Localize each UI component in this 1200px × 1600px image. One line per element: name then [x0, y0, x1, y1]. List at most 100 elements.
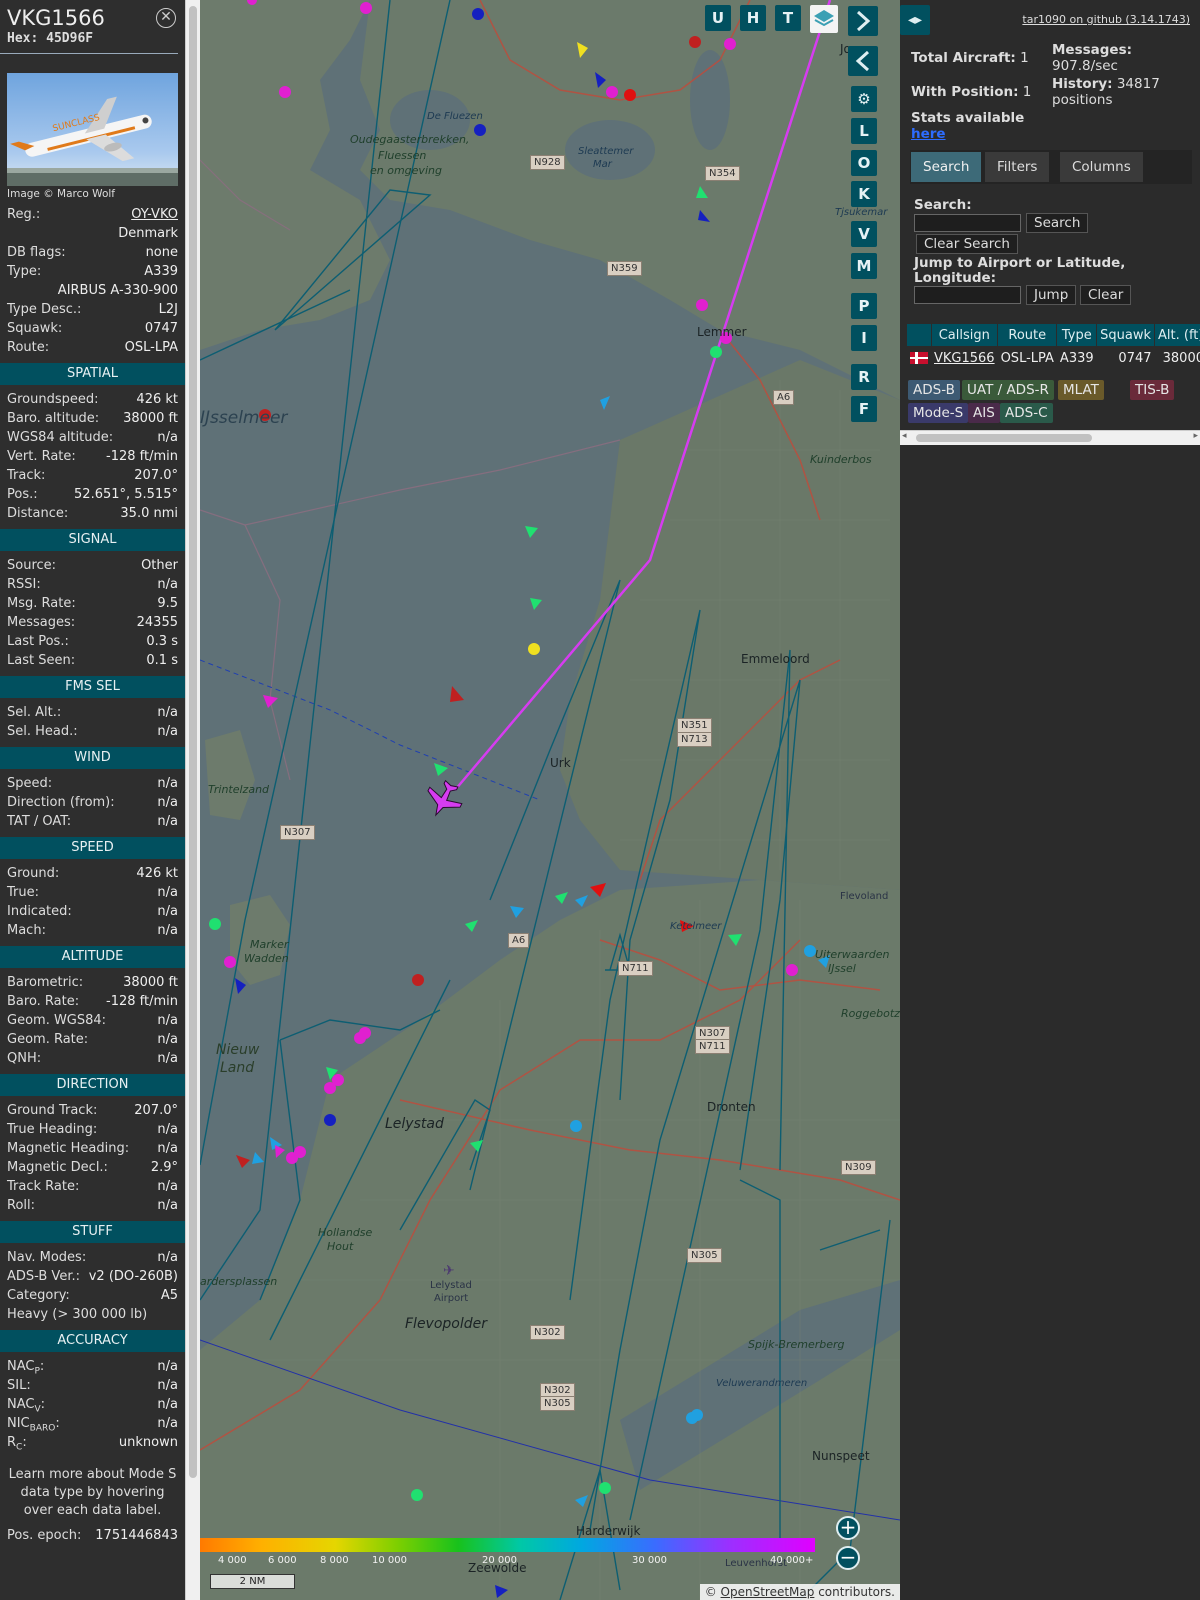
scroll-left-icon[interactable]: ◂	[902, 431, 907, 441]
map-button-f[interactable]: F	[851, 396, 877, 422]
map-button-o[interactable]: O	[851, 150, 877, 176]
chevron-right-icon[interactable]	[848, 6, 878, 36]
osm-link[interactable]: OpenStreetMap	[721, 1585, 815, 1599]
section-altitude: ALTITUDE	[0, 946, 185, 968]
info-label: Distance:	[7, 506, 69, 521]
info-label: Mach:	[7, 923, 46, 938]
map-button-h[interactable]: H	[740, 5, 766, 31]
callsign-cell[interactable]: VKG1566	[931, 346, 998, 370]
altitude-legend	[200, 1538, 815, 1552]
info-value: -128 ft/min	[106, 994, 178, 1009]
section-spatial: SPATIAL	[0, 363, 185, 385]
info-value: n/a	[157, 1416, 178, 1431]
jump-input[interactable]	[914, 286, 1021, 304]
messages-stat: Messages: 907.8/sec	[1052, 42, 1132, 74]
column-header-item[interactable]	[907, 324, 932, 346]
info-row-pos: Pos.: 52.651°, 5.515°	[0, 485, 185, 504]
scroll-right-icon[interactable]: ▸	[1193, 431, 1198, 441]
column-header-alt-ft[interactable]: Alt. (ft)	[1154, 324, 1200, 346]
map-canvas[interactable]: ✈	[200, 0, 900, 1600]
info-label: Ground Track:	[7, 1103, 98, 1118]
github-link[interactable]: tar1090 on github (3.14.1743)	[1022, 13, 1190, 26]
close-icon[interactable]: ✕	[156, 8, 176, 28]
info-value: 38000 ft	[123, 975, 178, 990]
info-label: ADS-B Ver.:	[7, 1269, 80, 1284]
search-input[interactable]	[914, 214, 1021, 232]
expand-toggle-icon[interactable]: ◂▸	[900, 5, 930, 35]
info-label: Geom. WGS84:	[7, 1013, 107, 1028]
altitude-tick: 40 000+	[770, 1555, 814, 1566]
map-label-nieuw: Nieuw	[216, 1042, 260, 1058]
gear-icon[interactable]: ⚙	[851, 86, 877, 112]
info-label: Nav. Modes:	[7, 1250, 87, 1265]
stats-link[interactable]: here	[911, 126, 946, 142]
search-button[interactable]: Search	[1026, 213, 1089, 233]
map-button-t[interactable]: T	[775, 5, 801, 31]
map-label-hout: Hout	[327, 1240, 354, 1253]
table-row[interactable]: VKG1566 OSL-LPA A339 0747 38000	[907, 346, 1200, 370]
map-button-k[interactable]: K	[851, 181, 877, 207]
info-value[interactable]: OY-VKO	[131, 205, 178, 224]
column-header-squawk[interactable]: Squawk	[1096, 324, 1156, 346]
info-row-qnh: QNH: n/a	[0, 1049, 185, 1068]
zoom-in-button[interactable]: +	[836, 1516, 860, 1540]
info-value: 35.0 nmi	[120, 506, 178, 521]
flag-cell	[907, 346, 931, 370]
column-header-route[interactable]: Route	[997, 324, 1058, 346]
info-row-nicbaro: NICBARO: n/a	[0, 1414, 185, 1434]
road-shield-n359: N359	[607, 261, 642, 276]
info-value: n/a	[157, 430, 178, 445]
map-label-flevoland: Flevoland	[840, 891, 889, 902]
map-button-p[interactable]: P	[851, 293, 877, 319]
pos-epoch-label: Pos. epoch:	[7, 1528, 82, 1543]
chevron-left-icon[interactable]	[848, 46, 878, 76]
column-header-callsign[interactable]: Callsign	[931, 324, 999, 346]
map[interactable]: ✈ Oudegaasterbrekken, Fluessen en omgeving…	[200, 0, 900, 1600]
info-label: Geom. Rate:	[7, 1032, 89, 1047]
attribution-rest: contributors.	[814, 1585, 895, 1599]
info-value: 0.1 s	[146, 653, 178, 668]
info-label: Speed:	[7, 776, 53, 791]
info-scrollbar[interactable]	[185, 0, 200, 1600]
map-label-uiterwaarden: Uiterwaarden	[815, 948, 890, 961]
aircraft-photo[interactable]: SUNCLASS	[7, 73, 178, 186]
altitude-tick: 30 000	[632, 1555, 667, 1566]
info-scrollbar-thumb[interactable]	[189, 6, 197, 1478]
tab-filters[interactable]: Filters	[985, 152, 1050, 182]
info-value: 0747	[144, 321, 178, 336]
road-shield-n354: N354	[705, 166, 740, 181]
layers-icon[interactable]	[810, 5, 838, 33]
tab-columns[interactable]: Columns	[1060, 152, 1143, 182]
map-button-l[interactable]: L	[851, 118, 877, 144]
info-row-route: Route: OSL-LPA	[0, 338, 185, 357]
column-header-type[interactable]: Type	[1056, 324, 1098, 346]
table-hscroll-thumb[interactable]	[916, 434, 1092, 442]
road-shield-a6: A6	[508, 933, 530, 948]
map-button-r[interactable]: R	[851, 364, 877, 390]
clear-jump-button[interactable]: Clear	[1080, 285, 1132, 305]
road-shield-n307: N307	[280, 825, 315, 840]
map-button-m[interactable]: M	[851, 253, 877, 279]
jump-button[interactable]: Jump	[1026, 285, 1077, 305]
tab-search[interactable]: Search	[911, 152, 982, 182]
info-row-baro-altitude: Baro. altitude: 38000 ft	[0, 409, 185, 428]
info-row-sel-head: Sel. Head.: n/a	[0, 722, 185, 741]
info-row-ads-b-ver: ADS-B Ver.: v2 (DO-260B)	[0, 1267, 185, 1286]
info-label: Heavy (> 300 000 lb)	[7, 1307, 148, 1322]
map-button-i[interactable]: I	[851, 325, 877, 351]
info-value: n/a	[157, 724, 178, 739]
table-hscroll[interactable]: ◂ ▸	[900, 430, 1200, 445]
map-label-urk: Urk	[550, 756, 571, 770]
info-value: 9.5	[157, 596, 178, 611]
info-label: True Heading:	[7, 1122, 98, 1137]
zoom-out-button[interactable]: −	[836, 1546, 860, 1570]
info-value: 2.9°	[150, 1160, 178, 1175]
map-label-de-fluezen: De Fluezen	[427, 111, 483, 122]
info-label: Barometric:	[7, 975, 84, 990]
map-button-u[interactable]: U	[705, 5, 731, 31]
altitude-tick: 4 000	[218, 1555, 247, 1566]
map-button-v[interactable]: V	[851, 221, 877, 247]
info-row-rssi: RSSI: n/a	[0, 575, 185, 594]
clear-search-button[interactable]: Clear Search	[916, 234, 1018, 254]
info-label: Msg. Rate:	[7, 596, 76, 611]
